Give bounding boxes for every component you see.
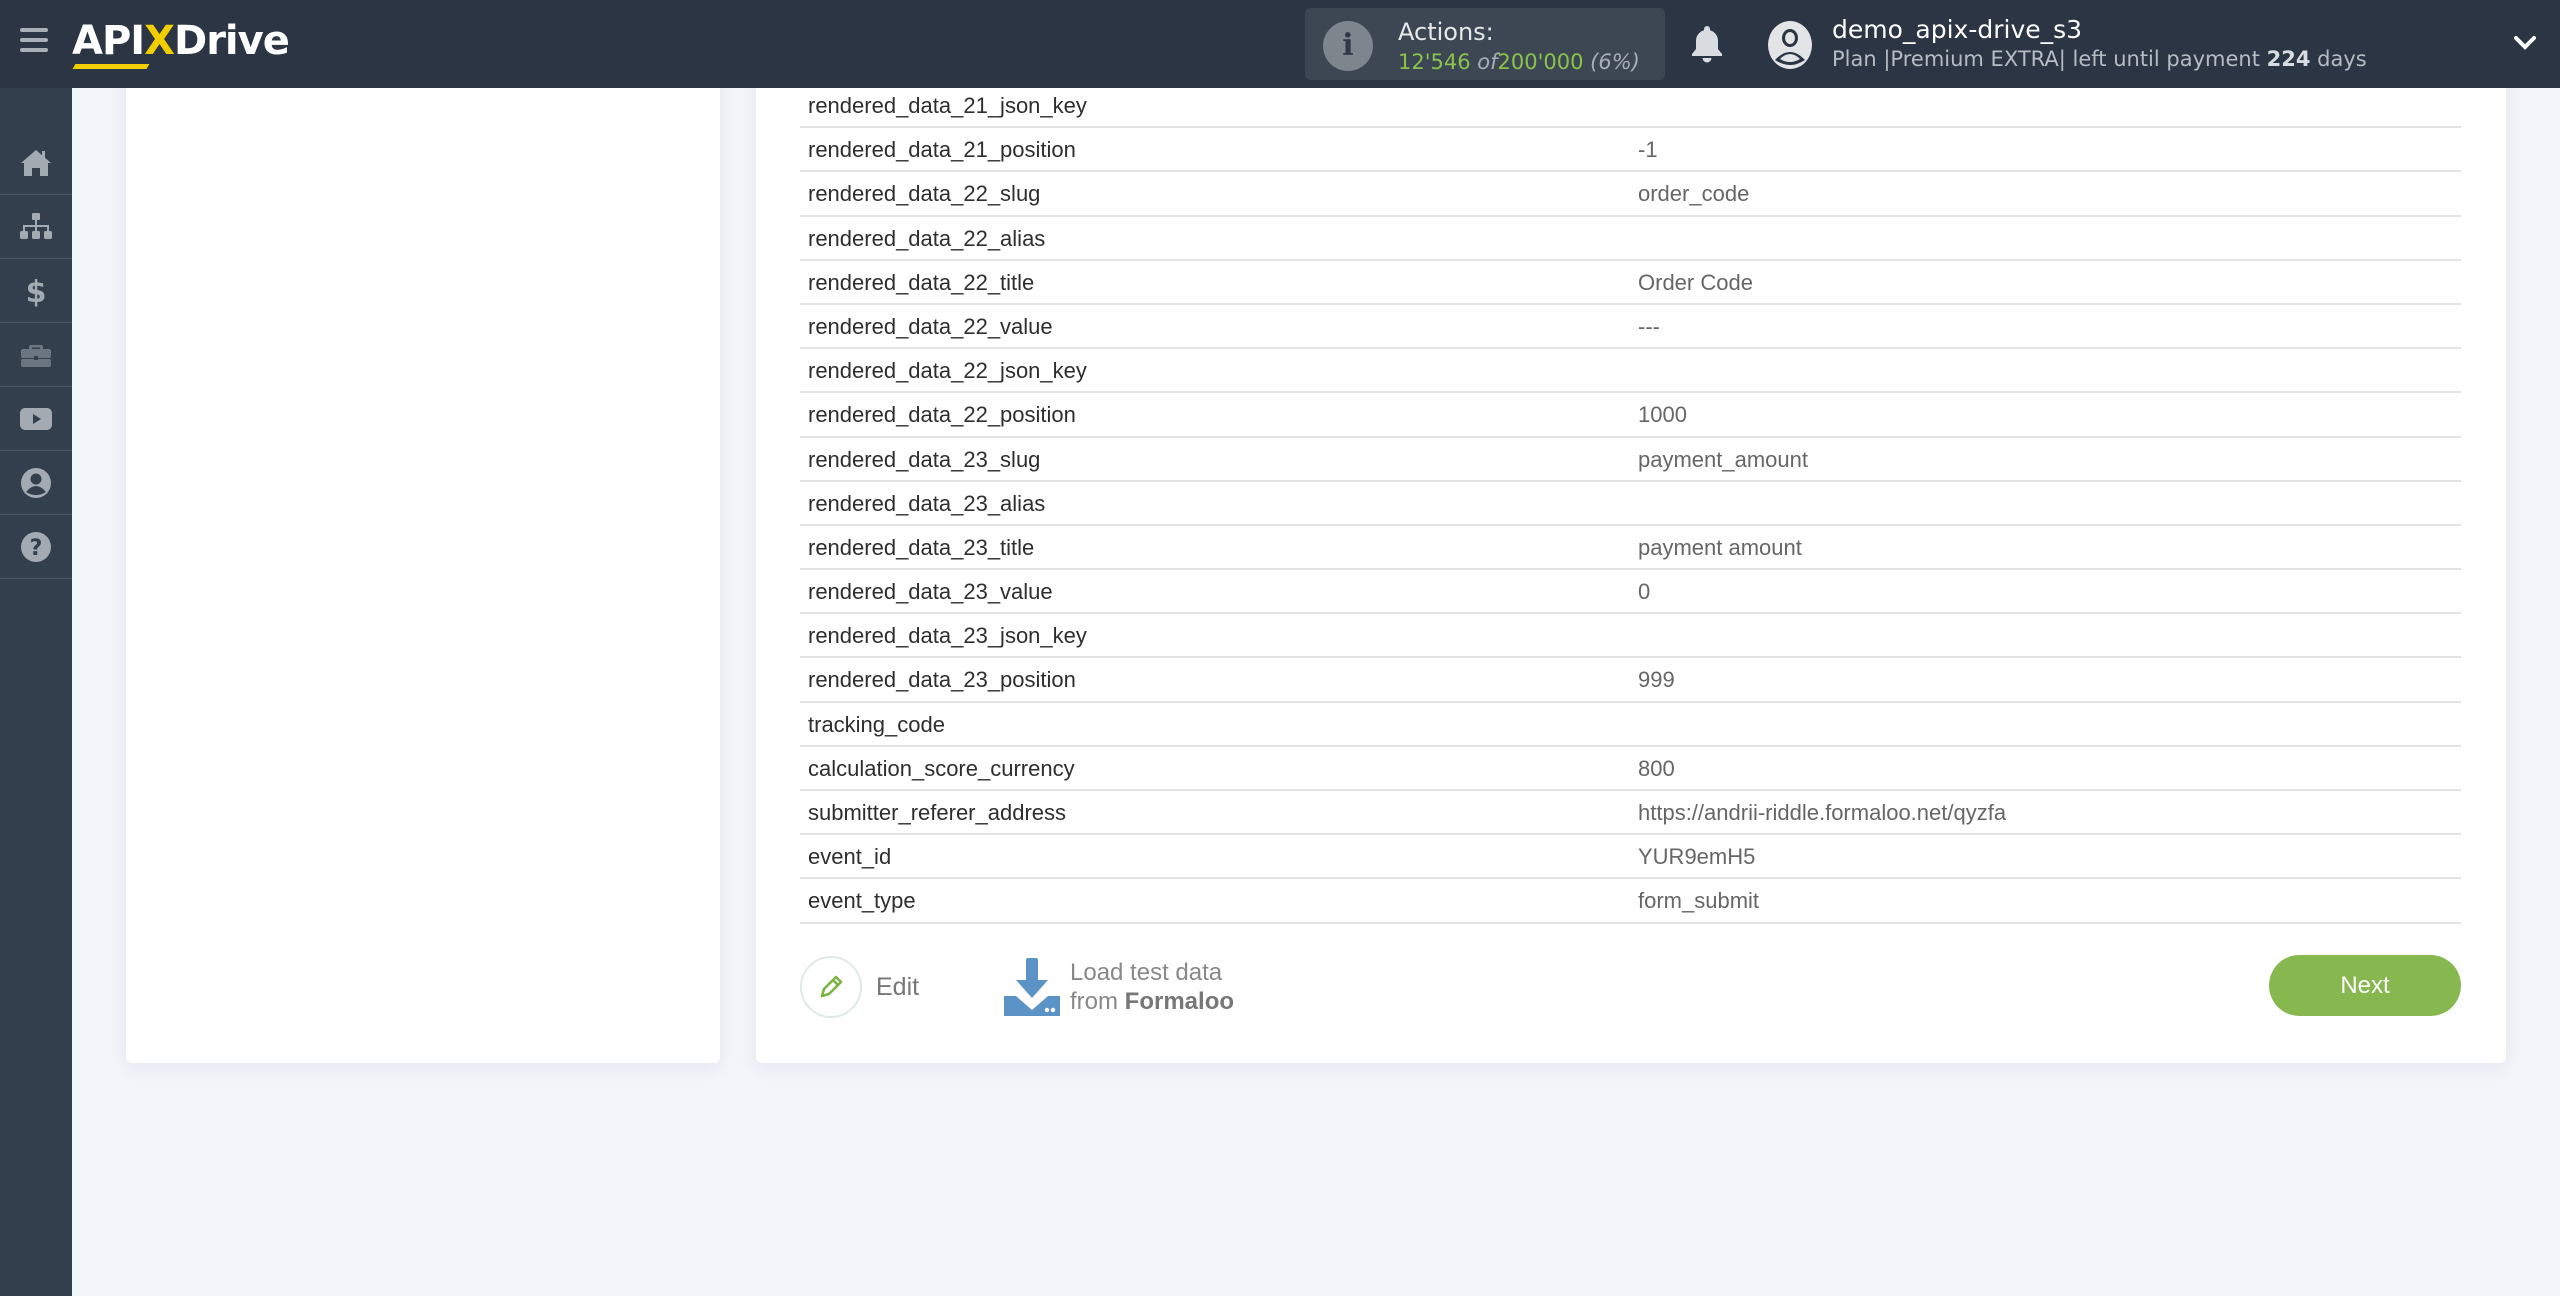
- load-test-data-button[interactable]: Load test data from Formaloo: [1002, 955, 1234, 1019]
- table-row: rendered_data_23_json_key: [800, 614, 2461, 659]
- row-value: Order Code: [1638, 269, 1753, 295]
- table-row: event_id YUR9emH5: [800, 835, 2461, 880]
- row-key: rendered_data_22_title: [808, 269, 1035, 295]
- row-key: rendered_data_21_position: [808, 137, 1076, 163]
- data-table: rendered_data_21_json_key rendered_data_2…: [800, 84, 2461, 924]
- row-key: rendered_data_22_json_key: [808, 358, 1087, 384]
- info-icon: i: [1323, 21, 1373, 71]
- row-value: payment amount: [1638, 534, 1802, 560]
- user-name[interactable]: demo_apix-drive_s3: [1832, 15, 2082, 44]
- left-panel: [126, 60, 720, 1063]
- edit-button[interactable]: Edit: [800, 955, 919, 1019]
- sidebar: $ ?: [0, 88, 72, 1296]
- table-row: rendered_data_22_title Order Code: [800, 261, 2461, 305]
- row-key: rendered_data_23_slug: [808, 446, 1041, 472]
- row-key: submitter_referer_address: [808, 800, 1067, 825]
- sidebar-item-account[interactable]: [0, 452, 72, 515]
- row-value: 800: [1638, 755, 1675, 781]
- table-row: event_type form_submit: [800, 879, 2461, 924]
- sidebar-item-video[interactable]: [0, 388, 72, 451]
- actions-counter: i Actions: 12'546 of200'000 (6%): [1305, 8, 1665, 80]
- row-key: rendered_data_21_json_key: [808, 93, 1087, 118]
- row-key: rendered_data_23_alias: [808, 490, 1046, 516]
- actions-label: Actions:: [1398, 18, 1494, 46]
- row-key: tracking_code: [808, 711, 945, 737]
- row-value: -1: [1638, 137, 1658, 163]
- apixdrive-logo[interactable]: APIXDrive: [72, 12, 302, 72]
- svg-text:$: $: [26, 275, 47, 309]
- sidebar-item-billing[interactable]: $: [0, 260, 72, 323]
- row-value: https://andrii-riddle.formaloo.net/qyzfa: [1638, 800, 2007, 825]
- row-key: rendered_data_23_position: [808, 667, 1076, 693]
- row-value: order_code: [1638, 181, 1750, 207]
- table-row: rendered_data_23_alias: [800, 482, 2461, 526]
- row-key: rendered_data_23_title: [808, 534, 1035, 560]
- table-row: rendered_data_21_json_key: [800, 84, 2461, 129]
- row-value: 0: [1638, 579, 1651, 605]
- briefcase-icon: [21, 345, 51, 367]
- row-key: calculation_score_currency: [808, 755, 1075, 781]
- dollar-icon: $: [26, 275, 47, 309]
- row-value: ---: [1638, 313, 1660, 339]
- table-row: rendered_data_22_slug order_code: [800, 172, 2461, 217]
- table-row: rendered_data_22_json_key: [800, 349, 2461, 394]
- row-value: YUR9emH5: [1638, 844, 1756, 870]
- edit-label: Edit: [876, 972, 920, 1001]
- row-value: 1000: [1638, 402, 1687, 428]
- table-row: rendered_data_23_title payment amount: [800, 526, 2461, 571]
- chevron-down-icon[interactable]: [2512, 30, 2538, 56]
- question-circle-icon: ?: [21, 532, 51, 562]
- next-button[interactable]: Next: [2269, 955, 2461, 1016]
- sidebar-item-connections[interactable]: [0, 196, 72, 259]
- sitemap-icon: [20, 213, 52, 239]
- table-row: rendered_data_22_alias: [800, 217, 2461, 261]
- table-row: rendered_data_23_value 0: [800, 570, 2461, 615]
- table-row: rendered_data_23_position 999: [800, 658, 2461, 703]
- youtube-icon: [20, 408, 52, 430]
- row-value: form_submit: [1638, 888, 1760, 914]
- sidebar-item-services[interactable]: [0, 324, 72, 387]
- svg-text:?: ?: [30, 536, 43, 561]
- sidebar-item-home[interactable]: [0, 132, 72, 195]
- row-key: event_id: [808, 844, 892, 870]
- row-key: event_type: [808, 888, 916, 914]
- table-row: tracking_code: [800, 703, 2461, 747]
- table-row: rendered_data_21_position -1: [800, 128, 2461, 173]
- row-key: rendered_data_23_json_key: [808, 623, 1087, 649]
- row-value: payment_amount: [1638, 446, 1808, 472]
- row-key: rendered_data_22_slug: [808, 181, 1041, 207]
- table-row: rendered_data_22_value ---: [800, 305, 2461, 350]
- table-row: calculation_score_currency 800: [800, 747, 2461, 791]
- pencil-icon: [820, 975, 843, 998]
- actions-usage: 12'546 of200'000 (6%): [1398, 50, 1640, 74]
- row-key: rendered_data_22_alias: [808, 225, 1046, 251]
- table-row: rendered_data_22_position 1000: [800, 393, 2461, 438]
- sidebar-item-help[interactable]: ?: [0, 516, 72, 579]
- logo-underline: [72, 64, 150, 69]
- bell-icon[interactable]: [1690, 24, 1724, 64]
- hamburger-menu-icon[interactable]: [20, 28, 50, 58]
- table-row: rendered_data_23_slug payment_amount: [800, 438, 2461, 482]
- user-avatar-icon[interactable]: [1767, 20, 1813, 70]
- row-value: 999: [1638, 667, 1675, 693]
- top-header: APIXDrive i Actions: 12'546 of200'000 (6…: [0, 0, 2560, 88]
- home-icon: [21, 150, 51, 176]
- user-circle-icon: [21, 468, 51, 498]
- user-plan-info: Plan |Premium EXTRA| left until payment …: [1832, 47, 2367, 71]
- download-icon: [1004, 958, 1060, 1016]
- row-key: rendered_data_22_value: [808, 313, 1053, 339]
- row-key: rendered_data_23_value: [808, 579, 1053, 605]
- row-key: rendered_data_22_position: [808, 402, 1076, 428]
- table-row: submitter_referer_address https://andrii-…: [800, 791, 2461, 836]
